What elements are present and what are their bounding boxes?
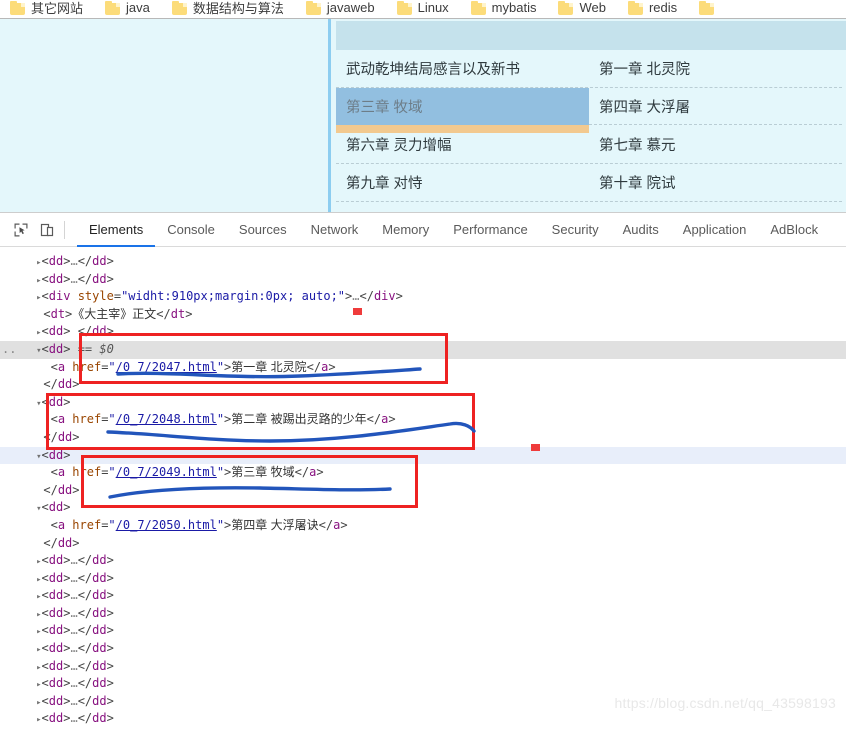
dom-attribute-link: /0_7/2050.html bbox=[115, 517, 217, 532]
dom-node[interactable]: ▸<dd>…</dd> bbox=[0, 253, 846, 271]
dom-node[interactable]: ▾<dd> bbox=[0, 394, 846, 412]
dom-tree[interactable]: ▸<dd>…</dd> ▸<dd>…</dd> ▸<div style="wid… bbox=[0, 247, 846, 733]
bookmark-item[interactable]: 其它网站 bbox=[10, 0, 83, 18]
dom-node[interactable]: ▸<dd>…</dd> bbox=[0, 587, 846, 605]
device-toolbar-icon[interactable] bbox=[34, 218, 60, 242]
chapter-row: 第六章 灵力增幅 第七章 慕元 bbox=[336, 126, 842, 164]
chapter-link[interactable]: 武动乾坤结局感言以及新书 bbox=[336, 50, 589, 87]
folder-icon bbox=[470, 1, 486, 15]
dom-node[interactable]: ▸<dd>…</dd> bbox=[0, 675, 846, 693]
bookmark-item[interactable]: javaweb bbox=[305, 0, 375, 17]
tab-security[interactable]: Security bbox=[540, 213, 611, 246]
chapter-panel-header bbox=[336, 21, 846, 50]
bookmark-item[interactable]: Linux bbox=[396, 0, 449, 17]
dom-node[interactable]: ▸<dd>…</dd> bbox=[0, 271, 846, 289]
dom-node[interactable]: <a href="/0_7/2049.html">第三章 牧域</a> bbox=[0, 464, 846, 482]
bookmark-label: redis bbox=[648, 0, 678, 15]
bookmark-label: Web bbox=[579, 0, 606, 15]
chapter-link[interactable]: 第七章 慕元 bbox=[589, 126, 842, 163]
tab-elements[interactable]: Elements bbox=[77, 213, 156, 247]
bookmark-label: mybatis bbox=[491, 0, 537, 15]
dom-node[interactable]: ▸<dd>…</dd> bbox=[0, 658, 846, 676]
bookmark-item[interactable]: redis bbox=[627, 0, 678, 17]
bookmark-item[interactable]: 数据结构与算法 bbox=[171, 0, 284, 18]
dom-node[interactable]: ▾<dd> == $0.. bbox=[0, 340, 846, 359]
tab-adblock[interactable]: AdBlock bbox=[758, 213, 830, 246]
chapter-link[interactable]: 第一章 北灵院 bbox=[589, 50, 842, 87]
dom-node[interactable]: ▸<dd>…</dd> bbox=[0, 710, 846, 728]
dom-node[interactable]: ▸<dd>…</dd> bbox=[0, 552, 846, 570]
tab-console[interactable]: Console bbox=[155, 213, 227, 246]
tab-sources[interactable]: Sources bbox=[227, 213, 299, 246]
chapter-link-selected[interactable]: 第三章 牧域 bbox=[336, 88, 589, 133]
chapter-link[interactable]: 第四章 大浮屠 bbox=[589, 88, 842, 125]
dom-attribute-link: /0_7/2049.html bbox=[115, 465, 217, 480]
folder-icon bbox=[558, 1, 574, 15]
tab-audits[interactable]: Audits bbox=[611, 213, 671, 246]
bookmark-item[interactable]: java bbox=[105, 0, 150, 17]
folder-icon bbox=[305, 1, 321, 15]
chapter-row: 第三章 牧域 第四章 大浮屠 bbox=[336, 88, 842, 133]
bookmarks-bar: 其它网站 java 数据结构与算法 javaweb Linux mybatis … bbox=[0, 0, 846, 18]
folder-icon bbox=[699, 1, 715, 15]
bookmark-item-overflow[interactable] bbox=[699, 1, 720, 15]
dom-node[interactable]: ▸<dd> </dd> bbox=[0, 323, 846, 341]
bookmark-label: javaweb bbox=[326, 0, 375, 15]
dom-node[interactable]: ▸<div style="widht:910px;margin:0px; aut… bbox=[0, 288, 846, 306]
folder-icon bbox=[396, 1, 412, 15]
dom-node[interactable]: ▸<dd>…</dd> bbox=[0, 640, 846, 658]
tab-performance[interactable]: Performance bbox=[441, 213, 539, 246]
inspect-element-icon[interactable] bbox=[8, 218, 34, 242]
folder-icon bbox=[627, 1, 643, 15]
dom-attribute-link: /0_7/2048.html bbox=[115, 412, 217, 427]
chapter-link[interactable]: 第十章 院试 bbox=[589, 164, 842, 201]
bookmark-label: 其它网站 bbox=[31, 0, 84, 16]
dom-attribute-link: /0_7/2047.html bbox=[115, 359, 217, 374]
dom-node[interactable]: </dd> bbox=[0, 535, 846, 553]
dom-node[interactable]: ▸<dd>…</dd> bbox=[0, 622, 846, 640]
browser-window: 其它网站 java 数据结构与算法 javaweb Linux mybatis … bbox=[0, 0, 846, 733]
chapter-list-panel: 武动乾坤结局感言以及新书 第一章 北灵院 第三章 牧域 第四章 大浮屠 第六章 … bbox=[334, 19, 846, 212]
bookmark-label: java bbox=[126, 0, 150, 15]
dom-node[interactable]: ▸<dd>…</dd> bbox=[0, 605, 846, 623]
tab-application[interactable]: Application bbox=[671, 213, 759, 246]
dom-node[interactable]: <a href="/0_7/2050.html">第四章 大浮屠诀</a> bbox=[0, 517, 846, 535]
folder-icon bbox=[171, 1, 187, 15]
devtools-toolbar: Elements Console Sources Network Memory … bbox=[0, 213, 846, 247]
page-left-pane bbox=[0, 19, 331, 212]
devtools-tab-bar: Elements Console Sources Network Memory … bbox=[77, 213, 830, 247]
tab-network[interactable]: Network bbox=[299, 213, 371, 246]
folder-icon bbox=[10, 1, 25, 15]
bookmark-item[interactable]: Web bbox=[558, 0, 606, 17]
dom-node[interactable]: </dd> bbox=[0, 376, 846, 394]
dom-gutter-marker: .. bbox=[2, 341, 17, 356]
dom-node[interactable]: ▾<dd> bbox=[0, 499, 846, 517]
dom-node[interactable]: ▸<dd>…</dd> bbox=[0, 570, 846, 588]
chapter-row: 武动乾坤结局感言以及新书 第一章 北灵院 bbox=[336, 50, 842, 88]
page-viewport: 武动乾坤结局感言以及新书 第一章 北灵院 第三章 牧域 第四章 大浮屠 第六章 … bbox=[0, 18, 846, 212]
dom-node[interactable]: </dd> bbox=[0, 482, 846, 500]
chapter-link[interactable]: 第六章 灵力增幅 bbox=[336, 126, 589, 163]
dom-node[interactable]: ▾<dd> bbox=[0, 446, 846, 465]
devtools-toolbar-icons bbox=[0, 218, 77, 242]
bookmark-label: 数据结构与算法 bbox=[192, 0, 284, 16]
chapter-link[interactable]: 第九章 对恃 bbox=[336, 164, 589, 201]
dom-node[interactable]: <a href="/0_7/2047.html">第一章 北灵院</a> bbox=[0, 359, 846, 377]
dom-node[interactable]: <dt>《大主宰》正文</dt> bbox=[0, 306, 846, 324]
dom-node[interactable]: <a href="/0_7/2048.html">第二章 被踢出灵路的少年</a… bbox=[0, 411, 846, 429]
bookmark-label: Linux bbox=[417, 0, 449, 15]
bookmark-item[interactable]: mybatis bbox=[470, 0, 537, 17]
tab-memory[interactable]: Memory bbox=[370, 213, 441, 246]
dom-node[interactable]: </dd> bbox=[0, 429, 846, 447]
watermark: https://blog.csdn.net/qq_43598193 bbox=[614, 695, 836, 711]
folder-icon bbox=[105, 1, 121, 15]
chapter-row: 第九章 对恃 第十章 院试 bbox=[336, 164, 842, 202]
devtools-panel: Elements Console Sources Network Memory … bbox=[0, 212, 846, 733]
toolbar-divider bbox=[64, 220, 65, 239]
